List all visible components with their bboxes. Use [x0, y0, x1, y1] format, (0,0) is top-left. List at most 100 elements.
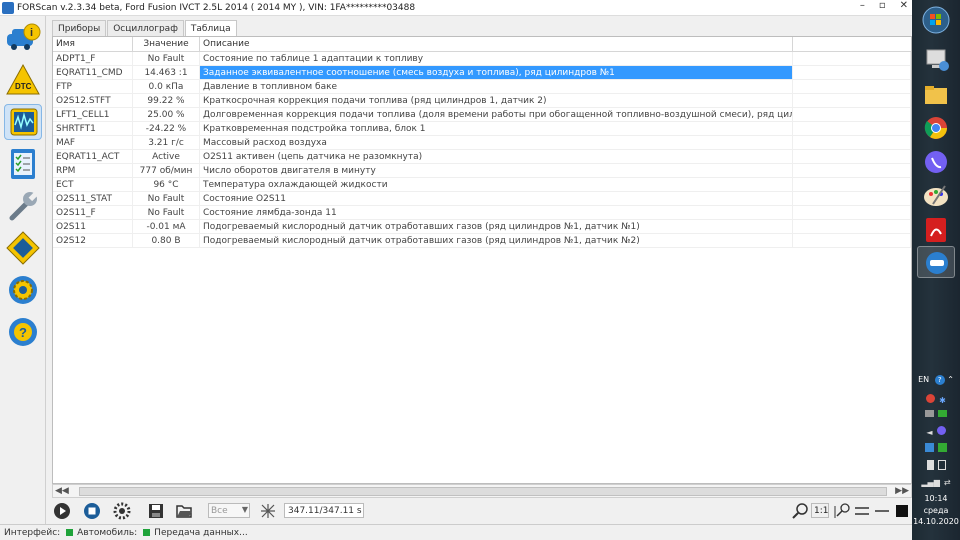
volume-muted-icon[interactable]: ◄: [926, 428, 932, 437]
close-button[interactable]: ✕: [900, 0, 908, 11]
table-row[interactable]: O2S12.STFT 99.22 % Краткосрочная коррекция…: [53, 94, 911, 108]
table-row[interactable]: MAF 3.21 г/с Массовый расход воздуха: [53, 136, 911, 150]
forscan-icon: [926, 252, 948, 274]
security-icon[interactable]: [938, 443, 947, 452]
column-header-description[interactable]: Описание: [200, 37, 793, 52]
service-button[interactable]: [4, 188, 42, 224]
config-button[interactable]: [112, 502, 132, 520]
stop-button[interactable]: [82, 502, 102, 520]
open-button[interactable]: [174, 502, 194, 520]
viber-tray-icon[interactable]: [936, 426, 946, 435]
battery-icon[interactable]: [937, 460, 946, 470]
scale-button[interactable]: [258, 502, 278, 520]
bluetooth-icon[interactable]: ✱: [939, 396, 946, 405]
pdf-reader-icon: [926, 218, 946, 242]
app-tray-icon[interactable]: [925, 443, 934, 452]
clock-date: 14.10.2020: [913, 517, 959, 526]
zoom-level[interactable]: 1:1: [811, 503, 829, 518]
app-icon: [2, 1, 14, 14]
input-icon[interactable]: ⇄: [944, 478, 951, 487]
scroll-left-button[interactable]: ◀◀: [55, 486, 69, 496]
empty-cell: [793, 164, 911, 178]
table-row[interactable]: O2S11_F No Fault Состояние лямбда-зонда 11: [53, 206, 911, 220]
table-row[interactable]: O2S11 -0.01 мА Подогреваемый кислородный д…: [53, 220, 911, 234]
help-icon[interactable]: ?: [934, 375, 945, 385]
taskbar-app-chrome[interactable]: [917, 112, 955, 144]
table-row[interactable]: EQRAT11_CMD 14.463 :1 Заданное эквивалентн…: [53, 66, 911, 80]
taskbar-app-forscan[interactable]: [917, 246, 955, 278]
zoom-button[interactable]: [790, 502, 810, 520]
pid-description: Заданное эквивалентное соотношение (смес…: [200, 66, 793, 80]
folder-open-icon: [176, 505, 192, 518]
scroll-right-button[interactable]: ▶▶: [895, 486, 909, 496]
taskbar-app-pdf[interactable]: [917, 214, 955, 246]
settings-button[interactable]: [4, 272, 42, 308]
signal-icon[interactable]: ▂▄▆: [921, 478, 939, 487]
save-button[interactable]: [146, 502, 166, 520]
chrome-tray-icon[interactable]: [926, 394, 936, 403]
table-row[interactable]: ECT 96 °C Температура охлаждающей жидкости: [53, 178, 911, 192]
programming-button[interactable]: [4, 230, 42, 266]
zoom-fit-icon: [834, 503, 850, 518]
empty-cell: [793, 220, 911, 234]
pid-description: Кратковременная подстройка топлива, блок…: [200, 122, 793, 136]
horizontal-scrollbar[interactable]: ◀◀ ▶▶: [52, 484, 912, 498]
table-row[interactable]: SHRTFT1 -24.22 % Кратковременная подстройк…: [53, 122, 911, 136]
color-button[interactable]: [892, 502, 912, 520]
interface-status-led: [66, 529, 74, 536]
pid-value: 0.80 В: [133, 234, 200, 248]
play-button[interactable]: [52, 502, 72, 520]
tray-icons-5: [912, 460, 960, 472]
taskbar-app-explorer[interactable]: [917, 80, 955, 112]
column-header-name[interactable]: Имя: [53, 37, 133, 52]
clock[interactable]: 10:14 среда 14.10.2020: [912, 494, 960, 526]
taskbar-app-viber[interactable]: [917, 146, 955, 178]
help-icon: ?: [9, 318, 37, 346]
dtc-icon: DTC: [6, 63, 40, 95]
maximize-button[interactable]: ▫: [879, 0, 886, 11]
phone-link-icon[interactable]: [926, 460, 934, 470]
pid-value: 25.00 %: [133, 108, 200, 122]
table-row[interactable]: EQRAT11_ACT Active O2S11 активен (цепь дат…: [53, 150, 911, 164]
table-row[interactable]: O2S11_STAT No Fault Состояние O2S11: [53, 192, 911, 206]
tab-table[interactable]: Таблица: [184, 20, 237, 37]
pid-description: Краткосрочная коррекция подачи топлива (…: [200, 94, 793, 108]
scroll-thumb[interactable]: [79, 487, 887, 496]
tab-gauges[interactable]: Приборы: [52, 20, 107, 36]
column-header-value[interactable]: Значение: [133, 37, 200, 52]
table-row[interactable]: RPM 777 об/мин Число оборотов двигателя в …: [53, 164, 911, 178]
table-row[interactable]: LFT1_CELL1 25.00 % Долговременная коррекци…: [53, 108, 911, 122]
tray-row-lang: EN ? ⌃: [912, 375, 960, 385]
pid-name: O2S11_F: [53, 206, 133, 220]
help-button[interactable]: ?: [4, 314, 42, 350]
lines-button[interactable]: [852, 502, 872, 520]
taskbar-app-paint[interactable]: [917, 180, 955, 212]
empty-cell: [793, 178, 911, 192]
pid-name: EQRAT11_ACT: [53, 150, 133, 164]
table-row[interactable]: ADPT1_F No Fault Состояние по таблице 1 ад…: [53, 52, 911, 66]
table-row[interactable]: O2S12 0.80 В Подогреваемый кислородный дат…: [53, 234, 911, 248]
pid-description: Состояние O2S11: [200, 192, 793, 206]
line-button[interactable]: [872, 502, 892, 520]
filter-dropdown[interactable]: Все ▼: [208, 503, 250, 518]
show-hidden-icons[interactable]: ⌃: [947, 375, 954, 384]
language-indicator[interactable]: EN: [918, 375, 929, 384]
pid-description: Массовый расход воздуха: [200, 136, 793, 150]
checklist-button[interactable]: [4, 146, 42, 182]
tray-icons-6: ▂▄▆ ⇄: [912, 478, 960, 487]
oscilloscope-button[interactable]: [4, 104, 42, 140]
zoom-fit-button[interactable]: [832, 502, 852, 520]
start-button[interactable]: [917, 4, 955, 36]
taskbar-app-settings[interactable]: [917, 44, 955, 76]
pid-name: RPM: [53, 164, 133, 178]
vehicle-info-button[interactable]: i: [4, 20, 42, 56]
pid-description: O2S11 активен (цепь датчика не разомкнут…: [200, 150, 793, 164]
dtc-button[interactable]: DTC: [4, 62, 42, 98]
minimize-button[interactable]: –: [860, 0, 865, 11]
display-icon[interactable]: [938, 410, 947, 417]
table-row[interactable]: FTP 0.0 кПа Давление в топливном баке: [53, 80, 911, 94]
network-monitor-icon[interactable]: [925, 410, 934, 417]
play-icon: [54, 503, 70, 519]
empty-cell: [793, 192, 911, 206]
tab-oscilloscope[interactable]: Осциллограф: [107, 20, 184, 36]
